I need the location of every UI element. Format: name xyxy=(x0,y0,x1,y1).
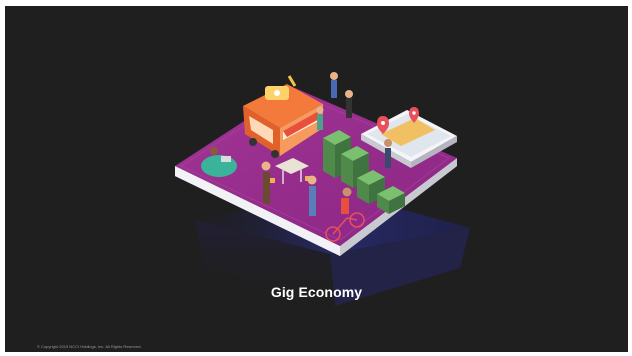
person-at-phone xyxy=(384,139,392,168)
gig-economy-illustration xyxy=(175,72,470,306)
slide-frame: Gig Economy © Copyright 2019 NCCI Holdin… xyxy=(0,0,632,356)
slide: Gig Economy © Copyright 2019 NCCI Holdin… xyxy=(5,6,628,352)
slide-title: Gig Economy xyxy=(270,284,363,300)
copyright-notice: © Copyright 2019 NCCI Holdings, Inc. All… xyxy=(37,344,142,349)
